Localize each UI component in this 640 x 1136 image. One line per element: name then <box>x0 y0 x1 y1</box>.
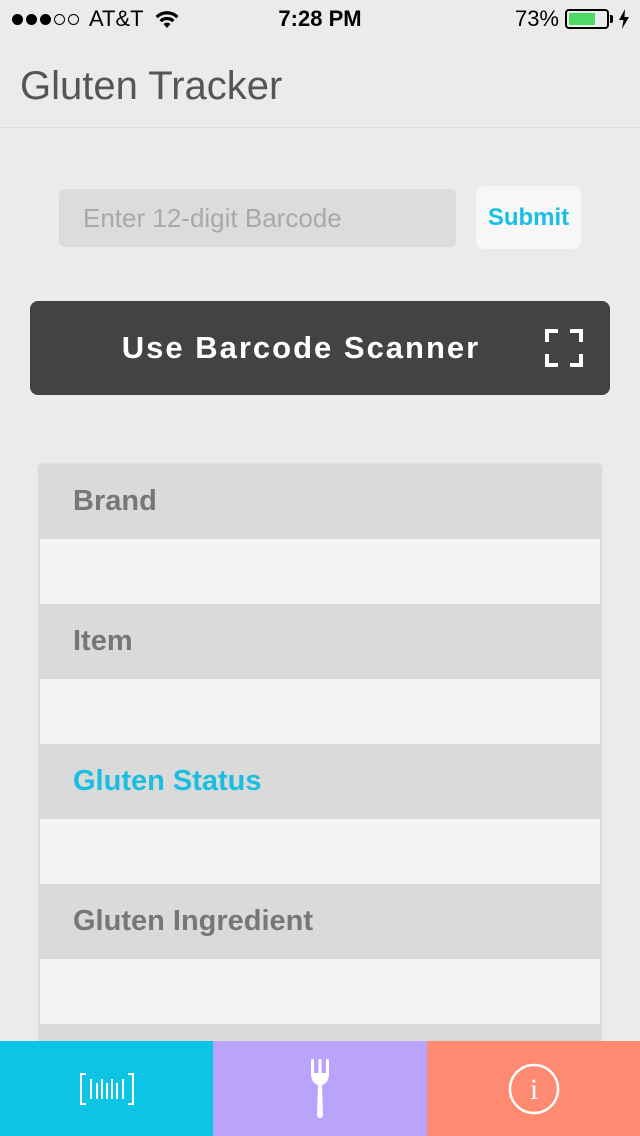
gluten-status-header: Gluten Status <box>40 744 600 819</box>
tab-info[interactable]: i <box>427 1041 640 1136</box>
battery-tip <box>610 15 613 23</box>
app-header: Gluten Tracker <box>0 40 640 128</box>
page-title: Gluten Tracker <box>20 64 283 108</box>
tab-bar: i <box>0 1041 640 1136</box>
info-icon: i <box>508 1063 559 1114</box>
item-header: Item <box>40 604 600 679</box>
scanner-label: Use Barcode Scanner <box>121 330 481 365</box>
gluten-ingredient-value <box>40 959 600 1024</box>
tab-food[interactable] <box>213 1041 427 1136</box>
scan-frame-icon <box>545 329 583 367</box>
use-barcode-scanner-button[interactable]: Use Barcode Scanner <box>30 301 610 395</box>
barcode-input[interactable] <box>59 189 456 247</box>
brand-header: Brand <box>40 464 600 539</box>
battery-level <box>569 13 596 25</box>
battery-icon <box>565 9 609 29</box>
svg-text:i: i <box>529 1073 537 1106</box>
status-right: 73% <box>515 6 630 32</box>
brand-value <box>40 539 600 604</box>
tab-scan[interactable] <box>0 1041 213 1136</box>
gluten-status-value <box>40 819 600 884</box>
gluten-ingredient-header: Gluten Ingredient <box>40 884 600 959</box>
charging-bolt-icon <box>619 9 629 29</box>
submit-button[interactable]: Submit <box>476 186 581 249</box>
barcode-icon <box>79 1072 134 1105</box>
item-value <box>40 679 600 744</box>
battery-percent: 73% <box>514 6 559 31</box>
status-bar: AT&T 7:28 PM 73% <box>0 0 640 40</box>
product-info-card: Brand Item Gluten Status Gluten Ingredie… <box>40 464 600 1044</box>
fork-icon <box>311 1058 329 1118</box>
submit-label: Submit <box>487 203 570 231</box>
